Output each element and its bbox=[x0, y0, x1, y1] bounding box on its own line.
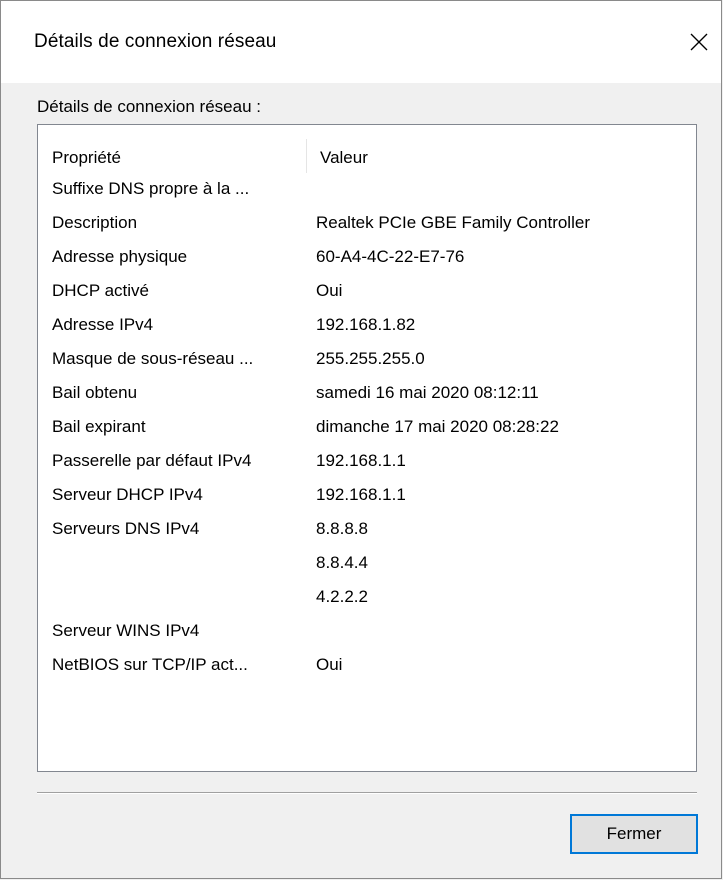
row-property: DHCP activé bbox=[52, 281, 149, 300]
close-icon bbox=[690, 33, 708, 51]
table-row[interactable]: Adresse IPv4 192.168.1.82 bbox=[38, 309, 696, 343]
row-property: NetBIOS sur TCP/IP act... bbox=[52, 655, 248, 674]
row-value: 192.168.1.1 bbox=[316, 485, 406, 504]
row-value: samedi 16 mai 2020 08:12:11 bbox=[316, 383, 539, 402]
row-property: Serveur DHCP IPv4 bbox=[52, 485, 203, 504]
row-value: Realtek PCIe GBE Family Controller bbox=[316, 213, 590, 232]
row-value: 4.2.2.2 bbox=[316, 587, 368, 606]
details-list[interactable]: Propriété Valeur Suffixe DNS propre à la… bbox=[37, 124, 697, 772]
close-button[interactable] bbox=[677, 17, 721, 67]
title-bar: Détails de connexion réseau bbox=[1, 1, 721, 83]
table-row[interactable]: Bail expirant dimanche 17 mai 2020 08:28:… bbox=[38, 411, 696, 445]
row-property: Bail obtenu bbox=[52, 383, 138, 402]
row-value: Oui bbox=[316, 281, 343, 300]
row-property: Serveurs DNS IPv4 bbox=[52, 519, 200, 538]
table-row[interactable]: Serveur DHCP IPv4 192.168.1.1 bbox=[38, 479, 696, 513]
row-property: Suffixe DNS propre à la ... bbox=[52, 179, 250, 198]
table-row[interactable]: Suffixe DNS propre à la ... bbox=[38, 173, 696, 207]
table-row[interactable]: 4.2.2.2 bbox=[38, 581, 696, 615]
separator bbox=[37, 792, 697, 794]
row-value: 8.8.4.4 bbox=[316, 553, 368, 572]
row-property: Serveur WINS IPv4 bbox=[52, 621, 200, 640]
close-dialog-button[interactable]: Fermer bbox=[570, 814, 698, 854]
dialog-title: Détails de connexion réseau bbox=[34, 31, 277, 52]
table-row[interactable]: Serveurs DNS IPv4 8.8.8.8 bbox=[38, 513, 696, 547]
row-property: Bail expirant bbox=[52, 417, 146, 436]
close-dialog-button-label: Fermer bbox=[606, 824, 662, 843]
column-divider[interactable] bbox=[306, 139, 307, 173]
row-property: Adresse physique bbox=[52, 247, 188, 266]
list-header: Propriété Valeur bbox=[38, 125, 696, 173]
list-rows: Suffixe DNS propre à la ... Description R… bbox=[38, 173, 696, 683]
table-row[interactable]: Description Realtek PCIe GBE Family Contr… bbox=[38, 207, 696, 241]
table-row[interactable]: Masque de sous-réseau ... 255.255.255.0 bbox=[38, 343, 696, 377]
row-value: 192.168.1.82 bbox=[316, 315, 416, 334]
table-row[interactable]: 8.8.4.4 bbox=[38, 547, 696, 581]
row-value: 255.255.255.0 bbox=[316, 349, 425, 368]
column-header-value[interactable]: Valeur bbox=[320, 148, 368, 168]
row-property: Masque de sous-réseau ... bbox=[52, 349, 254, 368]
table-row[interactable]: DHCP activé Oui bbox=[38, 275, 696, 309]
table-row[interactable]: Bail obtenu samedi 16 mai 2020 08:12:11 bbox=[38, 377, 696, 411]
table-row[interactable]: Serveur WINS IPv4 bbox=[38, 615, 696, 649]
row-value: 192.168.1.1 bbox=[316, 451, 406, 470]
section-label: Détails de connexion réseau : bbox=[37, 97, 261, 116]
table-row[interactable]: Passerelle par défaut IPv4 192.168.1.1 bbox=[38, 445, 696, 479]
table-row[interactable]: NetBIOS sur TCP/IP act... Oui bbox=[38, 649, 696, 683]
network-details-dialog: Détails de connexion réseau Détails de c… bbox=[0, 0, 722, 879]
row-property: Description bbox=[52, 213, 138, 232]
row-value: Oui bbox=[316, 655, 343, 674]
column-header-property[interactable]: Propriété bbox=[52, 148, 121, 168]
row-property: Adresse IPv4 bbox=[52, 315, 154, 334]
row-value: dimanche 17 mai 2020 08:28:22 bbox=[316, 417, 559, 436]
row-value: 60-A4-4C-22-E7-76 bbox=[316, 247, 465, 266]
row-property: Passerelle par défaut IPv4 bbox=[52, 451, 252, 470]
table-row[interactable]: Adresse physique 60-A4-4C-22-E7-76 bbox=[38, 241, 696, 275]
row-value: 8.8.8.8 bbox=[316, 519, 368, 538]
